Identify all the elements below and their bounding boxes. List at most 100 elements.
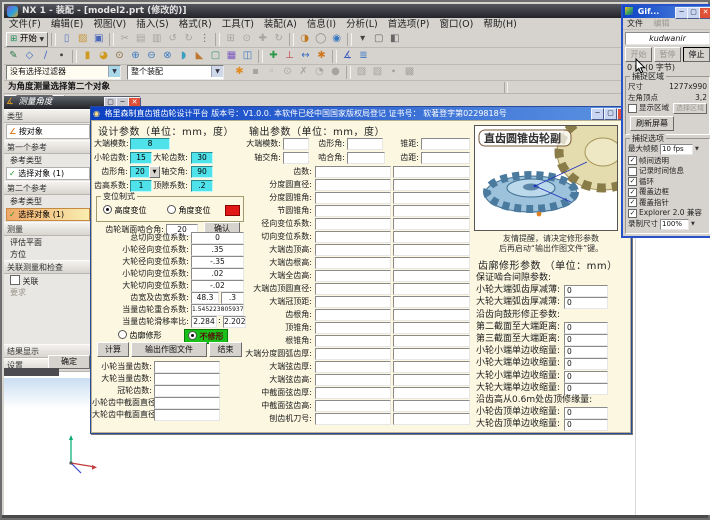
eval-plane-label[interactable]: 评估平面 <box>4 236 92 248</box>
pattern-icon[interactable]: ▦ <box>224 49 239 64</box>
select-object-1[interactable]: ✓ 选择对象 (1) <box>6 167 90 180</box>
panel-resize-bar[interactable] <box>4 368 59 376</box>
mod-item-input-12[interactable]: 0 <box>564 419 608 431</box>
output-row-input-13-gear[interactable] <box>393 335 470 347</box>
height-shift-radio-row[interactable]: 高度变位 <box>103 205 147 216</box>
app-titlebar[interactable]: NX 1 - 装配 - [model2.prt (修改的)] <box>4 4 710 18</box>
chamfer-icon[interactable]: ◣ <box>192 49 207 64</box>
output-row-input-0-pinion[interactable] <box>315 166 391 178</box>
mod-item-input-2[interactable]: 0 <box>564 297 608 309</box>
refresh-screen-button[interactable]: 刷新屏幕 <box>630 116 674 131</box>
unite-icon[interactable]: ⊕ <box>128 49 143 64</box>
output-file-button[interactable]: 输出作图文件 <box>131 342 207 357</box>
output-row-input-2-pinion[interactable] <box>315 192 391 204</box>
gif-option-2[interactable]: ✓循环 <box>628 177 707 188</box>
select-region-button[interactable]: 选择区域 <box>673 103 707 114</box>
gif-option-0[interactable]: ✓帧间透明 <box>628 156 707 167</box>
output-row-input-18-pinion[interactable] <box>315 400 391 412</box>
mod-item-input-9[interactable]: 0 <box>564 383 608 395</box>
measure-icon[interactable]: ∡ <box>340 49 355 64</box>
associative-checkbox-row[interactable]: 关联 <box>4 274 92 286</box>
output-row-input-6-pinion[interactable] <box>315 244 391 256</box>
angle-shift-radio-row[interactable]: 角度变位 <box>167 205 211 216</box>
section-second-reference[interactable]: 第二个参考 <box>4 181 92 195</box>
output-row-input-10-pinion[interactable] <box>315 296 391 308</box>
output-row-input-19-gear[interactable] <box>393 413 470 425</box>
gif-pause-button[interactable]: 暂停 <box>654 47 681 62</box>
output-row-input-7-gear[interactable] <box>393 257 470 269</box>
design-row-input-0[interactable]: 0 <box>191 232 244 244</box>
intersect-icon[interactable]: ⊗ <box>160 49 175 64</box>
output-row-input-7-pinion[interactable] <box>315 257 391 269</box>
shaft-angle-input[interactable]: 90 <box>191 166 213 178</box>
calculate-button[interactable]: 计算 <box>97 342 129 357</box>
explode-icon[interactable]: ✱ <box>314 49 329 64</box>
out-module-input[interactable] <box>283 138 309 150</box>
profile-mod-radio-row[interactable]: 齿廓修形 <box>118 330 162 341</box>
shell-icon[interactable]: ▢ <box>208 49 223 64</box>
gif-option-3[interactable]: ✓覆盖边框 <box>628 187 707 198</box>
mod-item-input-6[interactable]: 0 <box>564 346 608 358</box>
gif-option-checkbox-5[interactable]: ✓ <box>628 209 637 218</box>
section-measurement[interactable]: 测量 <box>4 222 92 236</box>
angle-shift-radio[interactable] <box>167 205 176 214</box>
output-row-input-14-gear[interactable] <box>393 348 470 360</box>
subtract-icon[interactable]: ⊖ <box>144 49 159 64</box>
design-row-input-3[interactable]: .02 <box>191 268 244 280</box>
menu-item-7[interactable]: 信息(I) <box>302 18 341 31</box>
end-button[interactable]: 结束 <box>209 342 242 357</box>
assembly-constraint-icon[interactable]: ⊥ <box>282 49 297 64</box>
gif-option-checkbox-4[interactable]: ✓ <box>628 198 637 207</box>
ok-button[interactable]: 确定 <box>48 355 90 369</box>
design-row-input-2[interactable]: -.35 <box>191 256 244 268</box>
addendum-coef-input[interactable]: 1 <box>130 180 152 192</box>
facewidth-input[interactable]: 48.3 <box>191 292 219 304</box>
selection-filter-combo[interactable]: 没有选择过滤器 ▼ <box>6 65 121 80</box>
gif-option-5[interactable]: ✓Explorer 2.0 兼容 <box>628 208 707 219</box>
output-row-input-3-pinion[interactable] <box>315 205 391 217</box>
out-shaft-angle-input[interactable] <box>283 152 309 164</box>
design-row-input-1[interactable]: .35 <box>191 244 244 256</box>
extrude-icon[interactable]: ▮ <box>80 49 95 64</box>
window-dropdown-icon[interactable]: ◧ <box>387 32 402 47</box>
menu-item-2[interactable]: 视图(V) <box>88 18 131 31</box>
out-pitch-input[interactable] <box>421 152 470 164</box>
design-bottom-input-1[interactable] <box>154 373 220 385</box>
associative-checkbox[interactable] <box>10 275 20 285</box>
mod-item-input-7[interactable]: 0 <box>564 358 608 370</box>
gif-option-1[interactable]: 记录时间信息 <box>628 166 707 177</box>
output-row-input-12-pinion[interactable] <box>315 322 391 334</box>
gif-option-4[interactable]: ✓覆盖指针 <box>628 198 707 209</box>
output-row-input-9-pinion[interactable] <box>315 283 391 295</box>
design-bottom-input-4[interactable] <box>154 409 220 421</box>
select-object-2[interactable]: ✓ 选择对象 (1) <box>6 208 90 221</box>
output-row-input-6-gear[interactable] <box>393 244 470 256</box>
orientation-label[interactable]: 方位 <box>4 248 92 260</box>
gif-menu-file[interactable]: 文件 <box>627 19 643 28</box>
slide-ratio-input-2[interactable]: 2.202 <box>223 316 246 328</box>
profile-mod-radio[interactable] <box>118 330 127 339</box>
mod-item-input-4[interactable]: 0 <box>564 322 608 334</box>
output-row-input-8-pinion[interactable] <box>315 270 391 282</box>
chevron-down-icon[interactable]: ▼ <box>695 144 699 155</box>
gif-menu-edit[interactable]: 编辑 <box>654 19 670 28</box>
output-row-input-15-gear[interactable] <box>393 361 470 373</box>
menu-item-3[interactable]: 插入(S) <box>131 18 173 31</box>
add-component-icon[interactable]: ✚ <box>266 49 281 64</box>
hole-icon[interactable]: ⊙ <box>112 49 127 64</box>
blend-icon[interactable]: ◗ <box>176 49 191 64</box>
menu-item-5[interactable]: 工具(T) <box>217 18 259 31</box>
pressure-angle-combo[interactable]: 20 <box>130 166 150 178</box>
gif-option-checkbox-0[interactable]: ✓ <box>628 156 637 165</box>
gif-close-button[interactable]: ✕ <box>699 7 710 19</box>
gif-option-checkbox-2[interactable]: ✓ <box>628 177 637 186</box>
start-button[interactable]: ⊞ 开始 ▼ <box>6 32 48 47</box>
output-row-input-18-gear[interactable] <box>393 400 470 412</box>
point-icon[interactable]: ∙ <box>54 49 69 64</box>
info-icon[interactable]: ≣ <box>356 49 371 64</box>
section-associative[interactable]: 关联测量和检查 <box>4 260 92 274</box>
revolve-icon[interactable]: ◕ <box>96 49 111 64</box>
chevron-down-icon[interactable]: ▼ <box>108 66 120 77</box>
gear-dialog-titlebar[interactable]: ◉ 格里森制直齿锥齿轮设计平台 版本号：V1.0.0. 本软件已经中国国家版权局… <box>91 107 631 120</box>
out-pressure-angle-input[interactable] <box>347 138 383 150</box>
